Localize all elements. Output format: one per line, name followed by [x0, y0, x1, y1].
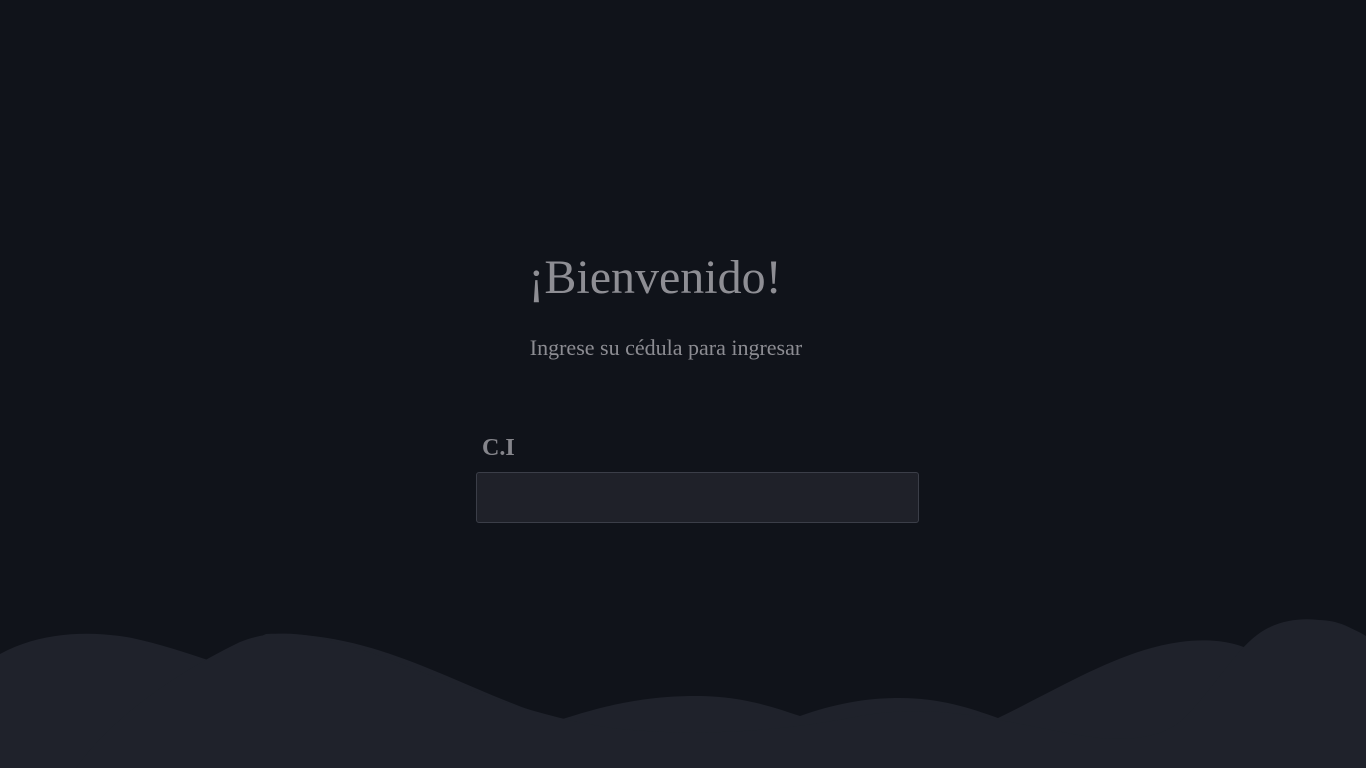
ci-input[interactable] — [476, 472, 919, 523]
page-title: ¡Bienvenido! — [528, 251, 782, 304]
login-page: ¡Bienvenido! Ingrese su cédula para ingr… — [0, 0, 1366, 768]
page-subtitle: Ingrese su cédula para ingresar — [529, 335, 803, 360]
ci-label: C.I — [482, 435, 515, 461]
decorative-waves — [0, 619, 1366, 768]
